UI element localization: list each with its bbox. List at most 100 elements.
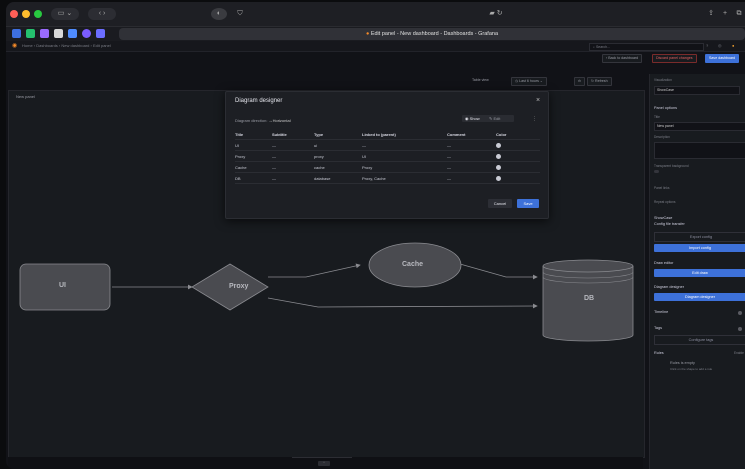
diagram-designer-modal: Diagram designer × Diagram direction: ↔H… xyxy=(225,91,549,219)
edge-cache-db xyxy=(459,263,538,280)
cell-type: ui xyxy=(314,139,362,151)
app-window: ▭ ⌄ ‹ › ◐ ⛉ ▰ ↻ ⇪ + ⧉ ● Edit panel - New… xyxy=(6,2,745,469)
resize-handle[interactable] xyxy=(292,457,352,458)
config-transfer-label: Config file transfer xyxy=(654,222,685,226)
rules-label: Rules xyxy=(654,351,664,355)
save-button[interactable]: Save xyxy=(517,199,539,208)
timeline-toggle[interactable] xyxy=(738,311,742,315)
timeline-label: Timeline xyxy=(654,310,669,314)
visualization-value: ShowCase xyxy=(657,88,674,92)
export-config-label: Export config xyxy=(689,235,713,239)
modal-title: Diagram designer xyxy=(235,98,283,104)
cell-linked: UI xyxy=(362,150,447,162)
cell-title: Proxy xyxy=(235,150,272,162)
edit-tab[interactable]: ✎ Edit xyxy=(489,116,500,121)
tags-toggle[interactable] xyxy=(738,327,742,331)
eye-icon: ◉ xyxy=(465,116,469,121)
cell-type: database xyxy=(314,172,362,184)
transparent-bg-toggle[interactable] xyxy=(654,170,659,173)
diagram-canvas xyxy=(19,242,634,342)
table-row[interactable]: Cache — cache Proxy — xyxy=(235,161,540,173)
edit-label: Edit xyxy=(493,116,501,121)
repeat-options-header[interactable]: Repeat options xyxy=(654,200,675,204)
cell-title: UI xyxy=(235,139,272,151)
direction-value[interactable]: Horizontal xyxy=(273,118,291,123)
rules-hint-text: Click on the shape to add a rule xyxy=(670,367,713,371)
node-label-ui: UI xyxy=(59,282,66,289)
cell-subtitle: — xyxy=(272,172,314,184)
node-label-cache: Cache xyxy=(402,261,424,268)
title-input[interactable]: New panel xyxy=(654,122,745,131)
edit-draw-button[interactable]: Edit draw xyxy=(654,269,745,277)
cancel-button[interactable]: Cancel xyxy=(488,199,512,208)
diagram-edges xyxy=(112,263,538,309)
column-header: Subtitle xyxy=(272,129,314,140)
cell-comment: — xyxy=(447,161,496,173)
rules-mode[interactable]: Enable xyxy=(734,351,744,355)
title-input-value: New panel xyxy=(657,124,674,128)
table-row[interactable]: Proxy — proxy UI — xyxy=(235,150,540,162)
cell-subtitle: — xyxy=(272,139,314,151)
table-row[interactable]: DB — database Proxy, Cache — xyxy=(235,172,540,184)
cell-subtitle: — xyxy=(272,161,314,173)
rules-empty-text: Rules is empty xyxy=(670,361,695,365)
show-label: Show xyxy=(469,116,480,121)
color-swatch-icon[interactable] xyxy=(496,142,501,148)
configure-tags-label: Configure tags xyxy=(688,338,714,342)
description-input[interactable] xyxy=(654,142,745,159)
cell-title: DB xyxy=(235,172,272,184)
direction-label: Diagram direction: xyxy=(235,118,268,123)
color-swatch-icon[interactable] xyxy=(496,164,501,170)
column-header: Type xyxy=(314,129,362,140)
color-swatch-icon[interactable] xyxy=(496,175,501,181)
edge-proxy-cache xyxy=(268,263,361,278)
drawer-toggle[interactable]: ⌃ xyxy=(318,461,330,466)
diagram-designer-button-label: Diagram designer xyxy=(685,295,715,299)
view-mode-switch: ◉ Show ✎ Edit xyxy=(462,115,514,122)
column-header: Linked to (parent) xyxy=(362,129,447,140)
column-header: Comment xyxy=(447,129,496,140)
cell-comment: — xyxy=(447,150,496,162)
panel-links-header[interactable]: Panel links xyxy=(654,186,669,190)
edit-draw-label: Edit draw xyxy=(692,271,708,275)
cancel-label: Cancel xyxy=(493,201,507,206)
title-field-label: Title xyxy=(654,115,660,119)
export-config-button[interactable]: Export config xyxy=(654,232,745,242)
diagram-designer-button[interactable]: Diagram designer xyxy=(654,293,745,301)
cell-comment: — xyxy=(447,139,496,151)
cell-type: proxy xyxy=(314,150,362,162)
options-pane: Visualization ShowCase Panel options Tit… xyxy=(649,74,745,469)
import-config-button[interactable]: Import config xyxy=(654,244,745,252)
diagram-designer-label: Diagram designer xyxy=(654,285,684,289)
node-label-proxy: Proxy xyxy=(229,283,249,290)
panel-options-header[interactable]: Panel options xyxy=(654,106,677,110)
node-label-db: DB xyxy=(584,295,595,302)
query-drawer-bar: ⌃ xyxy=(8,457,643,469)
cell-comment: — xyxy=(447,172,496,184)
configure-tags-button[interactable]: Configure tags xyxy=(654,335,745,345)
draw-editor-label: Draw editor xyxy=(654,261,674,265)
import-config-label: Import config xyxy=(689,246,711,250)
visualization-picker[interactable]: ShowCase xyxy=(654,86,740,95)
description-label: Description xyxy=(654,135,670,139)
cell-type: cache xyxy=(314,161,362,173)
tags-label: Tags xyxy=(654,326,663,330)
cell-subtitle: — xyxy=(272,150,314,162)
column-header: Title xyxy=(235,129,272,140)
edge-proxy-db xyxy=(267,297,538,309)
cell-linked: Proxy, Cache xyxy=(362,172,447,184)
show-tab[interactable]: ◉ Show xyxy=(465,116,480,121)
save-label: Save xyxy=(523,201,533,206)
showcase-header[interactable]: ShowCase xyxy=(654,216,672,220)
more-options-icon[interactable]: ⋮ xyxy=(532,116,537,122)
cell-title: Cache xyxy=(235,161,272,173)
table-row[interactable]: UI — ui — — xyxy=(235,139,540,151)
cell-linked: Proxy xyxy=(362,161,447,173)
column-header: Color xyxy=(496,129,540,140)
table-header-row: Title Subtitle Type Linked to (parent) C… xyxy=(235,129,540,140)
diagram-direction-row: Diagram direction: ↔Horizontal xyxy=(235,118,291,123)
color-swatch-icon[interactable] xyxy=(496,153,501,159)
visualization-label: Visualization xyxy=(654,78,672,82)
close-icon[interactable]: × xyxy=(536,97,540,104)
edit-icon: ✎ xyxy=(489,116,493,121)
